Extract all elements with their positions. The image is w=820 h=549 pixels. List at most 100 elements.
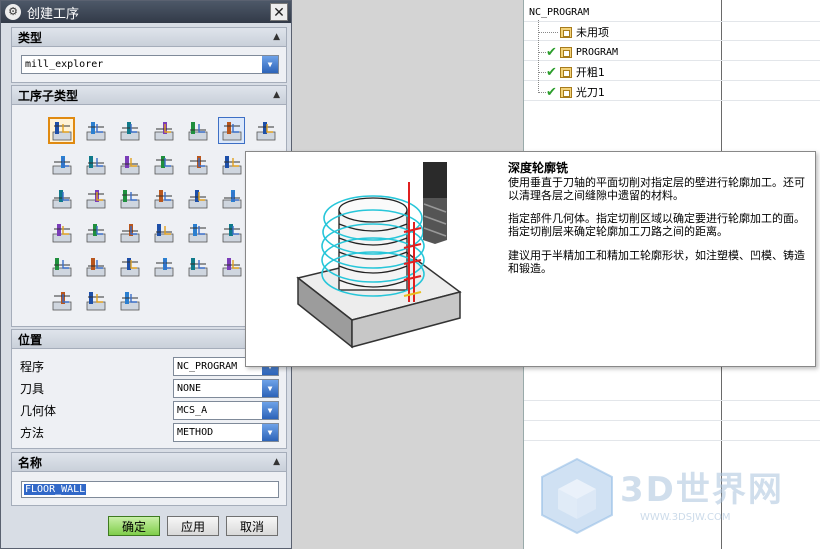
operation-subtype-icon[interactable] — [150, 185, 177, 212]
operation-subtype-icon[interactable] — [218, 185, 245, 212]
apply-button[interactable]: 应用 — [167, 516, 219, 536]
navigator-item-program[interactable]: ✔ PROGRAM — [546, 43, 618, 61]
gear-icon[interactable]: ⚙ — [5, 4, 21, 20]
ok-button[interactable]: 确定 — [108, 516, 160, 536]
mill-operation-icon — [52, 291, 71, 310]
mill-operation-icon — [120, 291, 139, 310]
collapse-icon[interactable]: ▲ — [273, 90, 280, 100]
operation-subtype-icon[interactable] — [252, 117, 279, 144]
operation-subtype-icon[interactable] — [48, 287, 75, 314]
folder-icon — [560, 26, 572, 38]
operation-subtype-icon[interactable] — [48, 253, 75, 280]
operation-subtype-icon[interactable] — [184, 185, 211, 212]
operation-subtype-icon[interactable] — [82, 151, 109, 178]
navigator-row-line — [524, 440, 820, 441]
navigator-item-finish[interactable]: ✔ 光刀1 — [546, 83, 605, 101]
operation-subtype-icon[interactable] — [48, 185, 75, 212]
navigator-root-label: NC_PROGRAM — [529, 6, 590, 18]
method-label: 方法 — [20, 426, 45, 440]
dialog-titlebar[interactable]: ⚙ 创建工序 ✕ — [1, 1, 291, 23]
folder-icon — [559, 46, 572, 58]
collapse-icon[interactable]: ▲ — [273, 457, 280, 467]
operation-subtype-icon[interactable] — [116, 287, 143, 314]
operation-subtype-icon[interactable] — [116, 219, 143, 246]
navigator-row-line — [524, 420, 820, 421]
operation-subtype-icon[interactable] — [184, 253, 211, 280]
navigator-root[interactable]: NC_PROGRAM — [529, 3, 589, 21]
watermark-url: WWW.3DSJW.COM — [640, 512, 731, 523]
dialog-title: 创建工序 — [27, 6, 80, 22]
folder-icon — [559, 66, 572, 78]
operation-subtype-icon[interactable] — [150, 253, 177, 280]
operation-subtype-icon[interactable] — [82, 117, 109, 144]
operation-subtype-icon[interactable] — [184, 117, 211, 144]
navigator-item-label: 开粗1 — [575, 66, 605, 79]
subtype-section-header[interactable]: 工序子类型 ▲ — [11, 85, 287, 105]
geometry-value: MCS_A — [177, 405, 208, 416]
chevron-down-icon[interactable]: ▼ — [262, 402, 278, 419]
type-dropdown[interactable]: mill_explorer ▼ — [21, 55, 279, 74]
navigator-item-label: 光刀1 — [575, 86, 605, 99]
operation-subtype-icon[interactable] — [82, 219, 109, 246]
mill-operation-icon — [120, 121, 139, 140]
operation-subtype-icon[interactable] — [150, 117, 177, 144]
mill-operation-icon — [86, 223, 105, 242]
mill-operation-icon — [188, 223, 207, 242]
type-section-header[interactable]: 类型 ▲ — [11, 27, 287, 47]
mill-operation-icon — [188, 155, 207, 174]
mill-operation-icon — [222, 189, 241, 208]
mill-operation-icon — [154, 121, 173, 140]
operation-subtype-icon[interactable] — [150, 219, 177, 246]
operation-subtype-icon[interactable] — [218, 117, 245, 144]
mill-operation-icon — [188, 121, 207, 140]
folder-icon — [559, 86, 572, 98]
watermark-cube-icon — [541, 457, 613, 535]
operation-subtype-icon[interactable] — [82, 287, 109, 314]
chevron-down-icon[interactable]: ▼ — [262, 424, 278, 441]
name-section-header[interactable]: 名称 ▲ — [11, 452, 287, 472]
geometry-dropdown[interactable]: MCS_A ▼ — [173, 401, 279, 420]
operation-subtype-icon[interactable] — [116, 185, 143, 212]
type-dropdown-value: mill_explorer — [25, 59, 104, 70]
cancel-button[interactable]: 取消 — [226, 516, 278, 536]
navigator-item-unused[interactable]: 未用项 — [560, 23, 609, 41]
operation-subtype-icon[interactable] — [218, 253, 245, 280]
operation-subtype-icon[interactable] — [218, 219, 245, 246]
operation-subtype-icon[interactable] — [116, 253, 143, 280]
close-button[interactable]: ✕ — [270, 3, 288, 21]
mill-operation-icon — [188, 189, 207, 208]
navigator-row-line — [524, 400, 820, 401]
mill-operation-icon — [86, 257, 105, 276]
chevron-down-icon[interactable]: ▼ — [262, 380, 278, 397]
tooltip-paragraph: 建议用于半精加工和精加工轮廓形状，如注塑模、凹模、铸造和锻造。 — [508, 249, 805, 275]
chevron-down-icon[interactable]: ▼ — [262, 56, 278, 73]
type-section-body: mill_explorer ▼ — [11, 47, 287, 83]
operation-subtype-icon[interactable] — [184, 219, 211, 246]
tree-connector — [538, 20, 539, 93]
operation-subtype-icon[interactable] — [116, 151, 143, 178]
navigator-item-rough[interactable]: ✔ 开粗1 — [546, 63, 605, 81]
mill-operation-icon — [256, 121, 275, 140]
operation-subtype-icon[interactable] — [82, 185, 109, 212]
operation-subtype-icon[interactable] — [82, 253, 109, 280]
mill-operation-icon — [120, 155, 139, 174]
operation-subtype-icon[interactable] — [150, 151, 177, 178]
operation-subtype-icon[interactable] — [48, 219, 75, 246]
navigator-item-label: 未用项 — [576, 26, 609, 39]
operation-subtype-icon[interactable] — [48, 117, 75, 144]
geometry-label: 几何体 — [20, 404, 57, 418]
mill-operation-icon — [120, 257, 139, 276]
tree-connector — [538, 32, 558, 33]
mill-operation-icon — [154, 223, 173, 242]
section-label: 位置 — [18, 332, 43, 347]
operation-name-input[interactable]: FLOOR_WALL — [21, 481, 279, 498]
operation-subtype-icon[interactable] — [48, 151, 75, 178]
tool-dropdown[interactable]: NONE ▼ — [173, 379, 279, 398]
mill-operation-icon — [86, 121, 105, 140]
operation-subtype-icon[interactable] — [184, 151, 211, 178]
collapse-icon[interactable]: ▲ — [273, 32, 280, 42]
operation-subtype-icon[interactable] — [116, 117, 143, 144]
operation-subtype-icon[interactable] — [218, 151, 245, 178]
mill-operation-icon — [86, 155, 105, 174]
method-dropdown[interactable]: METHOD ▼ — [173, 423, 279, 442]
